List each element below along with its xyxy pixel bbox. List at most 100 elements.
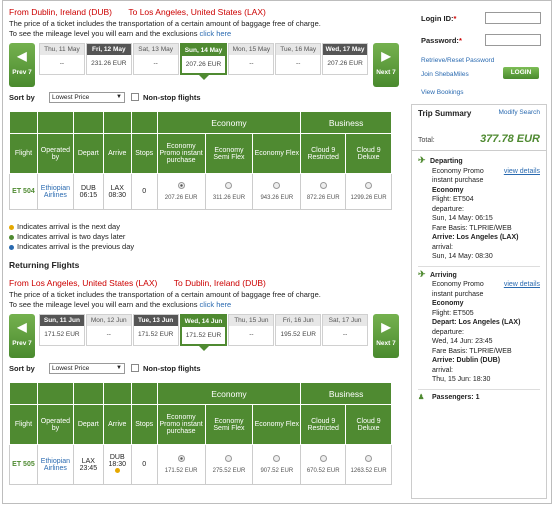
date-tab[interactable]: Tue, 13 Jun 171.52 EUR	[132, 314, 179, 346]
date-tab[interactable]: Tue, 16 May --	[275, 43, 322, 75]
arrow-left-icon: ◀	[17, 49, 27, 63]
sort-select[interactable]: Lowest Price ▼	[49, 362, 125, 374]
empty-header	[9, 382, 38, 405]
table-row: ET 505 Ethiopian Airlines LAX 23:45 DUB 18…	[9, 444, 392, 485]
airplane-arrive-icon: ✈	[418, 268, 426, 279]
date-label: Tue, 13 Jun	[133, 315, 178, 326]
date-price: 207.26 EUR	[185, 61, 222, 68]
arriving-flight: Flight: ET505	[432, 309, 474, 317]
empty-header	[102, 111, 132, 134]
departing-fare: Economy Promo instant purchase	[432, 167, 484, 185]
passengers-count: Passengers: 1	[432, 393, 480, 401]
col-depart: Depart	[72, 133, 104, 174]
arrive-time: 08:30	[108, 191, 127, 199]
booking-page: From Dublin, Ireland (DUB) To Los Angele…	[2, 0, 552, 504]
nonstop-checkbox[interactable]	[131, 364, 139, 372]
fare-c9-deluxe: 1263.52 EUR	[345, 444, 392, 485]
date-label: Mon, 12 Jun	[86, 315, 131, 326]
date-tab[interactable]: Wed, 14 Jun 171.52 EUR	[179, 314, 228, 351]
date-label: Sun, 11 Jun	[40, 315, 84, 326]
col-operated: Operated by	[36, 404, 74, 445]
arriving-dep-label: departure:	[432, 328, 464, 336]
date-price: --	[249, 60, 254, 67]
view-details-link[interactable]: view details	[504, 280, 540, 290]
login-button[interactable]: LOGIN	[503, 67, 539, 79]
modify-search-link[interactable]: Modify Search	[498, 109, 540, 116]
fare-radio[interactable]	[365, 455, 373, 462]
click-here-link[interactable]: click here	[200, 29, 232, 38]
fare-radio[interactable]	[365, 182, 373, 189]
next-7-label: Next 7	[376, 340, 396, 347]
returning-date-bar: ◀ Prev 7 Sun, 11 Jun 171.52 EUR Mon, 12 Ju…	[9, 314, 399, 358]
fare-eco-promo: 171.52 EUR	[156, 444, 206, 485]
col-eco-flex: Economy Flex	[252, 404, 302, 445]
prev-7-button[interactable]: ◀ Prev 7	[9, 314, 35, 358]
date-tab[interactable]: Mon, 15 May --	[228, 43, 275, 75]
date-tab[interactable]: Sat, 17 Jun --	[322, 314, 369, 346]
sort-select[interactable]: Lowest Price ▼	[49, 91, 125, 103]
reset-password-link[interactable]: Retrieve/Reset Password	[421, 55, 541, 67]
date-price: --	[59, 60, 65, 67]
col-arrive: Arrive	[102, 404, 132, 445]
arriving-arr-label: arrival:	[432, 366, 454, 374]
fare-price: 275.52 EUR	[212, 468, 246, 474]
fare-radio[interactable]	[225, 455, 233, 462]
date-tab[interactable]: Sun, 11 Jun 171.52 EUR	[39, 314, 85, 346]
view-details-link[interactable]: view details	[504, 167, 540, 177]
date-tab[interactable]: Thu, 11 May --	[39, 43, 85, 75]
date-tab[interactable]: Fri, 16 Jun 195.52 EUR	[275, 314, 322, 346]
login-id-input[interactable]	[485, 12, 541, 24]
airline-name: Ethiopian Airlines	[36, 173, 74, 210]
click-here-link[interactable]: click here	[200, 300, 232, 309]
outbound-from: From Dublin, Ireland (DUB)	[9, 7, 112, 17]
fare-radio[interactable]	[177, 182, 185, 189]
fare-radio[interactable]	[273, 182, 281, 189]
fare-c9-restricted: 670.52 EUR	[300, 444, 347, 485]
col-flight: Flight	[9, 404, 38, 445]
flight-number[interactable]: ET 505	[9, 444, 38, 485]
date-price: --	[296, 60, 301, 67]
arriving-basis: Fare Basis: TLPRIE/WEB	[432, 347, 512, 355]
economy-header: Economy	[156, 382, 302, 405]
nonstop-checkbox[interactable]	[131, 93, 139, 101]
fare-radio[interactable]	[319, 182, 327, 189]
fare-radio[interactable]	[273, 455, 281, 462]
flight-number[interactable]: ET 504	[9, 173, 38, 210]
arriving-dep-value: Wed, 14 Jun: 23:45	[432, 338, 493, 345]
departing-leg: ✈ Departing Economy Promo instant purchas…	[412, 155, 546, 262]
next-7-button[interactable]: ▶ Next 7	[373, 43, 399, 87]
depart-time: 23:45	[79, 464, 98, 472]
date-tab[interactable]: Mon, 12 Jun --	[85, 314, 132, 346]
returning-from: From Los Angeles, United States (LAX)	[9, 278, 158, 288]
date-tab[interactable]: Sat, 13 May --	[132, 43, 179, 75]
trip-summary-header: Trip Summary Modify Search Total: 377.78…	[412, 105, 546, 151]
total-label: Total:	[418, 137, 435, 144]
date-tab[interactable]: Sun, 14 May 207.26 EUR	[179, 43, 228, 80]
prev-7-button[interactable]: ◀ Prev 7	[9, 43, 35, 87]
nonstop-label: Non-stop flights	[143, 92, 201, 102]
col-eco-flex: Economy Flex	[252, 133, 302, 174]
next-7-button[interactable]: ▶ Next 7	[373, 314, 399, 358]
date-label: Mon, 15 May	[229, 44, 274, 55]
fare-radio[interactable]	[177, 455, 185, 462]
fare-radio[interactable]	[319, 455, 327, 462]
fare-price: 872.26 EUR	[306, 195, 340, 201]
trip-summary: Trip Summary Modify Search Total: 377.78…	[411, 104, 547, 499]
empty-header	[72, 382, 104, 405]
departing-cabin: Economy	[432, 186, 464, 194]
outbound-route: From Dublin, Ireland (DUB) To Los Angele…	[9, 7, 399, 19]
fare-radio[interactable]	[225, 182, 233, 189]
arrive-cell: LAX 08:30	[102, 173, 132, 210]
date-tab[interactable]: Wed, 17 May 207.26 EUR	[322, 43, 369, 75]
arriving-fare: Economy Promo instant purchase	[432, 281, 484, 298]
date-tab[interactable]: Thu, 15 Jun --	[228, 314, 275, 346]
departing-flight: Flight: ET504	[432, 196, 474, 203]
date-tab[interactable]: Fri, 12 May 231.26 EUR	[85, 43, 132, 75]
view-bookings-link[interactable]: View Bookings	[421, 87, 541, 99]
date-label: Wed, 14 Jun	[181, 316, 226, 327]
flight-selection: From Dublin, Ireland (DUB) To Los Angele…	[9, 1, 399, 485]
password-input[interactable]	[485, 34, 541, 46]
col-arrive: Arrive	[102, 133, 132, 174]
sidebar: Login ID: * Password: * Retrieve/Reset Pas…	[409, 1, 549, 499]
date-label: Sun, 14 May	[181, 45, 226, 56]
